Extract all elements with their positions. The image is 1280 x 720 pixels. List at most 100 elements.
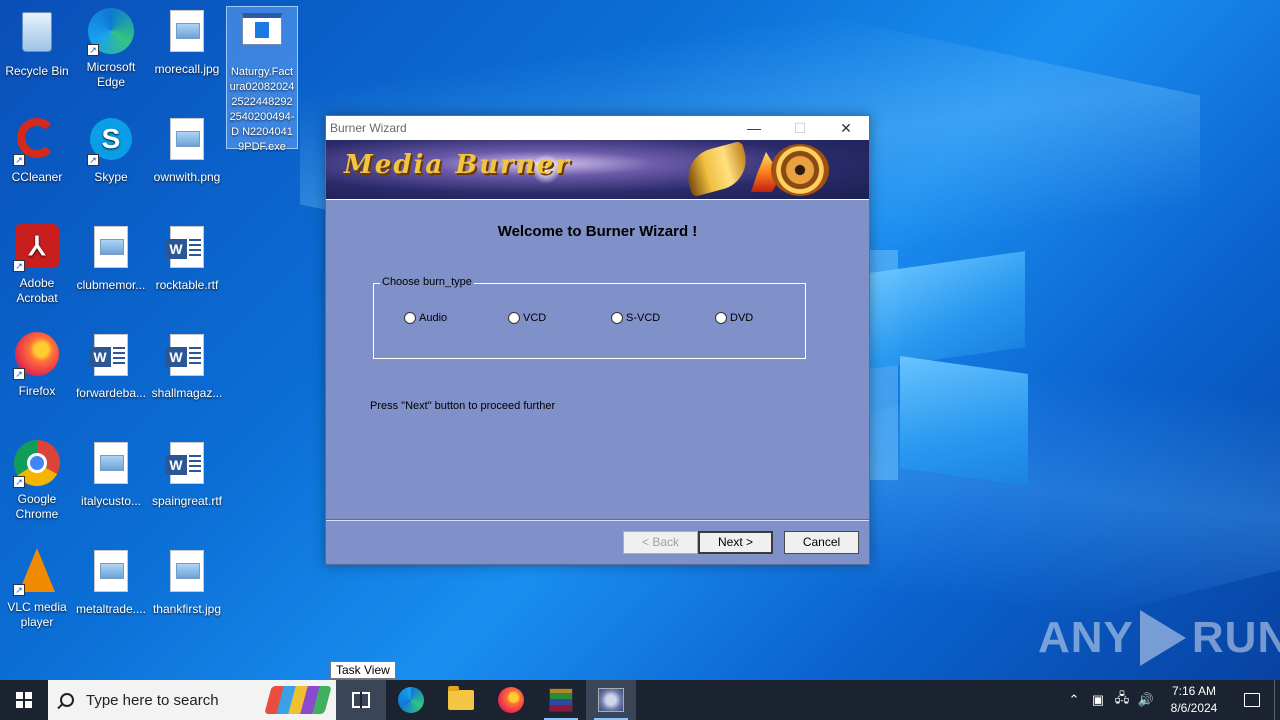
desktop-icon-label: metaltrade.... xyxy=(75,602,147,616)
wallpaper-logo-pane xyxy=(900,356,1028,486)
burn-type-group: Choose burn_type Audio VCD S-VCD DVD xyxy=(373,276,806,359)
show-desktop-button[interactable] xyxy=(1274,680,1280,720)
taskbar-file-explorer[interactable] xyxy=(436,680,486,720)
proceed-hint: Press "Next" button to proceed further xyxy=(370,400,556,412)
desktop-icon-label: Naturgy.Factura0208202425224482922540200… xyxy=(229,66,295,153)
meet-now-icon[interactable]: ▣ xyxy=(1086,692,1110,708)
desktop-icon-label: morecall.jpg xyxy=(154,62,220,76)
desktop-icon-adobe-acrobat[interactable]: ⅄ ↗ Adobe Acrobat xyxy=(1,224,73,306)
watermark-text: ANY xyxy=(1038,613,1134,662)
search-icon xyxy=(60,693,74,707)
disc-icon xyxy=(771,144,829,196)
desktop-icon-label: clubmemor... xyxy=(76,278,146,292)
desktop-icon-label: rocktable.rtf xyxy=(155,278,219,292)
system-tray: ⌃ ▣ 🖧 🔊 7:16 AM 8/6/2024 xyxy=(1062,680,1280,720)
desktop-icon-ownwith[interactable]: ownwith.png xyxy=(151,116,223,185)
taskbar-edge[interactable] xyxy=(386,680,436,720)
winrar-icon xyxy=(549,688,573,712)
maximize-icon[interactable]: ☐ xyxy=(777,116,823,140)
desktop-icon-firefox[interactable]: ↗ Firefox xyxy=(1,332,73,399)
burner-wizard-window[interactable]: Burner Wizard — ☐ ✕ Media Burner Welcome… xyxy=(325,115,870,565)
ccleaner-icon: ↗ xyxy=(13,118,61,166)
watermark-text: RUN xyxy=(1191,613,1280,662)
chevron-up-icon[interactable]: ⌃ xyxy=(1062,692,1086,708)
back-button[interactable]: < Back xyxy=(623,531,698,554)
desktop-icon-spaingreat[interactable]: W spaingreat.rtf xyxy=(151,440,223,509)
play-logo-icon xyxy=(1139,610,1186,666)
notification-center-button[interactable] xyxy=(1230,680,1274,720)
burner-app-icon xyxy=(598,688,624,712)
edge-icon xyxy=(398,687,424,713)
desktop-icon-ccleaner[interactable]: ↗ CCleaner xyxy=(1,116,73,185)
cancel-button[interactable]: Cancel xyxy=(784,531,859,554)
desktop-icon-label: Firefox xyxy=(18,384,56,398)
desktop-icon-shallmagaz[interactable]: W shallmagaz... xyxy=(151,332,223,401)
desktop-icon-morecall[interactable]: morecall.jpg xyxy=(151,8,223,77)
notification-icon xyxy=(1244,693,1260,707)
desktop-icon-metaltrade[interactable]: metaltrade.... xyxy=(75,548,147,617)
recycle-bin-icon xyxy=(13,12,61,60)
desktop-icon-clubmemor[interactable]: clubmemor... xyxy=(75,224,147,293)
film-reel-icon xyxy=(681,140,753,198)
burn-type-group-label: Choose burn_type xyxy=(380,276,474,288)
word-doc-icon: W xyxy=(163,226,211,274)
radio-button[interactable] xyxy=(715,312,727,324)
clock-date: 8/6/2024 xyxy=(1170,701,1218,715)
image-file-icon xyxy=(163,550,211,598)
task-view-tooltip: Task View xyxy=(330,661,396,679)
desktop-icon-label: spaingreat.rtf xyxy=(151,494,223,508)
word-doc-icon: W xyxy=(163,442,211,490)
taskbar-search[interactable]: Type here to search xyxy=(48,680,336,720)
desktop-icon-recycle-bin[interactable]: Recycle Bin xyxy=(1,8,73,79)
taskbar-winrar[interactable] xyxy=(536,680,586,720)
image-file-icon xyxy=(163,10,211,58)
wallpaper-logo-pane xyxy=(870,251,1025,369)
edge-icon: ↗ xyxy=(87,8,135,56)
clock[interactable]: 7:16 AM 8/6/2024 xyxy=(1158,683,1230,717)
window-titlebar[interactable]: Burner Wizard — ☐ ✕ xyxy=(326,116,869,140)
wizard-content: Welcome to Burner Wizard ! Choose burn_t… xyxy=(326,201,869,519)
desktop-icon-label: Adobe Acrobat xyxy=(16,276,58,305)
search-highlight-brushes-icon[interactable] xyxy=(264,686,332,714)
radio-button[interactable] xyxy=(611,312,623,324)
acrobat-icon: ⅄ ↗ xyxy=(13,224,61,272)
desktop-icon-label: VLC media player xyxy=(7,600,67,629)
desktop-icon-label: ownwith.png xyxy=(153,170,221,184)
anyrun-watermark: ANY RUN xyxy=(1038,610,1280,666)
radio-button[interactable] xyxy=(508,312,520,324)
next-button[interactable]: Next > xyxy=(698,531,773,554)
close-icon[interactable]: ✕ xyxy=(823,116,869,140)
search-placeholder: Type here to search xyxy=(86,691,219,709)
desktop-icon-google-chrome[interactable]: ↗ Google Chrome xyxy=(1,440,73,522)
chrome-icon: ↗ xyxy=(13,440,61,488)
desktop-icon-label: Skype xyxy=(94,170,128,184)
desktop-icon-label: shallmagaz... xyxy=(151,386,223,400)
button-separator xyxy=(326,519,869,521)
image-file-icon xyxy=(87,442,135,490)
desktop-icon-vlc[interactable]: ↗ VLC media player xyxy=(1,548,73,630)
desktop-icon-forwardeba[interactable]: W forwardeba... xyxy=(75,332,147,401)
radio-s-vcd[interactable]: S-VCD xyxy=(611,312,660,324)
desktop-icon-label: Microsoft Edge xyxy=(86,60,136,89)
radio-vcd[interactable]: VCD xyxy=(508,312,546,324)
taskbar-firefox[interactable] xyxy=(486,680,536,720)
desktop-icon-label: Google Chrome xyxy=(15,492,59,521)
radio-label: S-VCD xyxy=(626,312,661,324)
network-icon[interactable]: 🖧 xyxy=(1110,689,1134,711)
desktop-icon-naturgy-exe[interactable]: Naturgy.Factura0208202425224482922540200… xyxy=(226,6,298,153)
radio-audio[interactable]: Audio xyxy=(404,312,447,324)
taskbar: Type here to search ⌃ ▣ 🖧 🔊 7:16 AM 8/6/… xyxy=(0,680,1280,720)
minimize-icon[interactable]: — xyxy=(731,116,777,140)
desktop-icon-rocktable[interactable]: W rocktable.rtf xyxy=(151,224,223,293)
task-view-button[interactable] xyxy=(336,680,386,720)
desktop-icon-thankfirst[interactable]: thankfirst.jpg xyxy=(151,548,223,617)
volume-icon[interactable]: 🔊 xyxy=(1134,692,1158,708)
radio-button[interactable] xyxy=(404,312,416,324)
radio-dvd[interactable]: DVD xyxy=(715,312,753,324)
desktop-icon-microsoft-edge[interactable]: ↗ Microsoft Edge xyxy=(75,8,147,90)
word-doc-icon: W xyxy=(87,334,135,382)
desktop-icon-skype[interactable]: S ↗ Skype xyxy=(75,116,147,185)
taskbar-burner-wizard[interactable] xyxy=(586,680,636,720)
start-button[interactable] xyxy=(0,680,48,720)
desktop-icon-italycusto[interactable]: italycusto... xyxy=(75,440,147,509)
